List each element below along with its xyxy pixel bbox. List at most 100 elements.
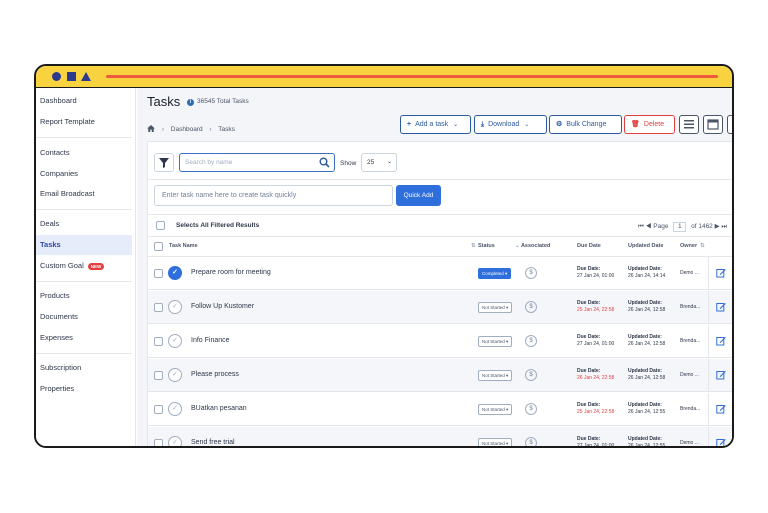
select-all-checkbox[interactable]	[156, 221, 165, 230]
sidebar-item-expenses[interactable]: Expenses	[36, 328, 132, 348]
check-circle-icon[interactable]: ✓	[168, 436, 182, 446]
column-task-name[interactable]: Task Name	[169, 243, 198, 249]
task-name[interactable]: Please process	[191, 371, 239, 378]
quick-task-input[interactable]: Enter task name here to create task quic…	[154, 185, 393, 206]
breadcrumb-separator: ›	[161, 126, 164, 133]
row-checkbox[interactable]	[154, 371, 163, 380]
more-view-button[interactable]	[727, 115, 732, 134]
table-row[interactable]: ✓ Prepare room for meeting Completed ▾ $ Due…	[148, 257, 732, 290]
status-dropdown[interactable]: Not Started ▾	[478, 370, 513, 381]
task-name[interactable]: Prepare room for meeting	[191, 269, 271, 276]
sidebar-item-products[interactable]: Products	[36, 286, 132, 306]
check-circle-icon[interactable]: ✓	[168, 300, 182, 314]
chevron-down-icon: ▾	[506, 305, 509, 310]
first-page-icon[interactable]: ⏮	[638, 223, 644, 230]
column-owner[interactable]: Owner ⇅	[680, 243, 705, 249]
sidebar-item-dashboard[interactable]: Dashboard	[36, 91, 132, 111]
table-row[interactable]: ✓ Send free trial Not Started ▾ $ Due Date: 2…	[148, 427, 732, 448]
due-date-value: 25 Jan 24, 22:58	[577, 409, 615, 415]
row-checkbox[interactable]	[154, 405, 163, 414]
check-circle-icon[interactable]: ✓	[168, 266, 182, 280]
check-circle-icon[interactable]: ✓	[168, 402, 182, 416]
table-row[interactable]: ✓ Info Finance Not Started ▾ $ Due Date: 27 J…	[148, 325, 732, 358]
header-checkbox[interactable]	[154, 242, 163, 251]
table-row[interactable]: ✓ Please process Not Started ▾ $ Due Date: 26…	[148, 359, 732, 392]
list-icon	[684, 120, 694, 129]
status-dropdown[interactable]: Not Started ▾	[478, 336, 513, 347]
sidebar-item-properties[interactable]: Properties	[36, 379, 132, 399]
breadcrumb: › Dashboard › Tasks	[147, 125, 235, 133]
check-circle-icon[interactable]: ✓	[168, 368, 182, 382]
sidebar-item-custom-goal[interactable]: Custom Goal NEW	[36, 256, 132, 276]
row-checkbox[interactable]	[154, 439, 163, 446]
delete-button[interactable]: 🗑 Delete	[624, 115, 675, 134]
download-button[interactable]: ⤓ Download ⌄	[474, 115, 547, 134]
sidebar-item-contacts[interactable]: Contacts	[36, 143, 132, 163]
row-checkbox[interactable]	[154, 269, 163, 278]
sidebar-item-deals[interactable]: Deals	[36, 214, 132, 234]
next-page-icon[interactable]: ▶	[715, 223, 720, 230]
bulk-change-button[interactable]: ⚙ Bulk Change	[549, 115, 622, 134]
sidebar-item-email-broadcast[interactable]: Email Broadcast	[36, 184, 132, 204]
column-sort-icon[interactable]: ⇅	[468, 243, 476, 249]
calendar-view-button[interactable]	[703, 115, 723, 134]
sidebar-item-subscription[interactable]: Subscription	[36, 358, 132, 378]
sidebar-item-companies[interactable]: Companies	[36, 164, 132, 184]
last-page-icon[interactable]: ⏭	[721, 223, 727, 230]
row-checkbox[interactable]	[154, 303, 163, 312]
edit-icon[interactable]	[716, 438, 726, 448]
info-icon: i	[187, 99, 194, 106]
status-dropdown[interactable]: Not Started ▾	[478, 302, 513, 313]
edit-icon[interactable]	[716, 404, 726, 414]
dollar-icon[interactable]: $	[525, 403, 537, 415]
status-value: Not Started	[482, 305, 505, 310]
search-icon[interactable]	[319, 157, 330, 168]
dollar-icon[interactable]: $	[525, 369, 537, 381]
page-size-select[interactable]: 25 ⌄	[361, 153, 397, 172]
filter-button[interactable]	[154, 153, 174, 172]
table-row[interactable]: ✓ BUatkan pesanan Not Started ▾ $ Due Date: 2…	[148, 393, 732, 426]
column-status[interactable]: Status	[478, 243, 495, 249]
status-dropdown[interactable]: Not Started ▾	[478, 404, 513, 415]
dollar-icon[interactable]: $	[525, 301, 537, 313]
column-due-date[interactable]: Due Date	[577, 243, 601, 249]
column-updated-date[interactable]: Updated Date	[628, 243, 663, 249]
dollar-icon[interactable]: $	[525, 437, 537, 446]
edit-icon[interactable]	[716, 268, 726, 278]
edit-icon[interactable]	[716, 370, 726, 380]
edit-icon[interactable]	[716, 336, 726, 346]
add-task-button[interactable]: + Add a task ⌄	[400, 115, 471, 134]
select-all-label: Selects All Filtered Results	[176, 222, 260, 229]
dollar-icon[interactable]: $	[525, 267, 537, 279]
dollar-icon[interactable]: $	[525, 335, 537, 347]
check-circle-icon[interactable]: ✓	[168, 334, 182, 348]
tasks-card: Search by name Show 25 ⌄ Enter task name …	[147, 141, 732, 448]
task-name[interactable]: Info Finance	[191, 337, 230, 344]
edit-icon[interactable]	[716, 302, 726, 312]
quick-add-button[interactable]: Quick Add	[396, 185, 441, 206]
sidebar-item-tasks[interactable]: Tasks	[36, 235, 132, 255]
column-divider	[708, 359, 709, 392]
column-divider	[708, 257, 709, 290]
status-dropdown[interactable]: Not Started ▾	[478, 438, 513, 446]
status-value: Completed	[482, 271, 504, 276]
task-name[interactable]: Send free trial	[191, 439, 235, 446]
column-associated[interactable]: ⌄ Associated	[512, 243, 550, 249]
breadcrumb-dashboard[interactable]: Dashboard	[171, 126, 203, 133]
task-name[interactable]: BUatkan pesanan	[191, 405, 247, 412]
updated-date: Updated Date: 26 Jan 24, 12:58	[628, 300, 665, 314]
task-name[interactable]: Follow Up Kustomer	[191, 303, 254, 310]
row-checkbox[interactable]	[154, 337, 163, 346]
sidebar-item-report-template[interactable]: Report Template	[36, 112, 132, 132]
page-number-input[interactable]: 1	[673, 222, 687, 232]
home-icon[interactable]	[147, 125, 155, 132]
table-row[interactable]: ✓ Follow Up Kustomer Not Started ▾ $ Due Dat…	[148, 291, 732, 324]
status-dropdown[interactable]: Completed ▾	[478, 268, 512, 279]
prev-page-icon[interactable]: ◀	[646, 223, 652, 230]
updated-date-label: Updated Date:	[628, 436, 662, 442]
search-input[interactable]: Search by name	[179, 153, 335, 172]
list-view-button[interactable]	[679, 115, 699, 134]
updated-date-value: 26 Jan 24, 12:55	[628, 443, 666, 448]
sidebar-item-documents[interactable]: Documents	[36, 307, 132, 327]
column-divider	[708, 291, 709, 324]
